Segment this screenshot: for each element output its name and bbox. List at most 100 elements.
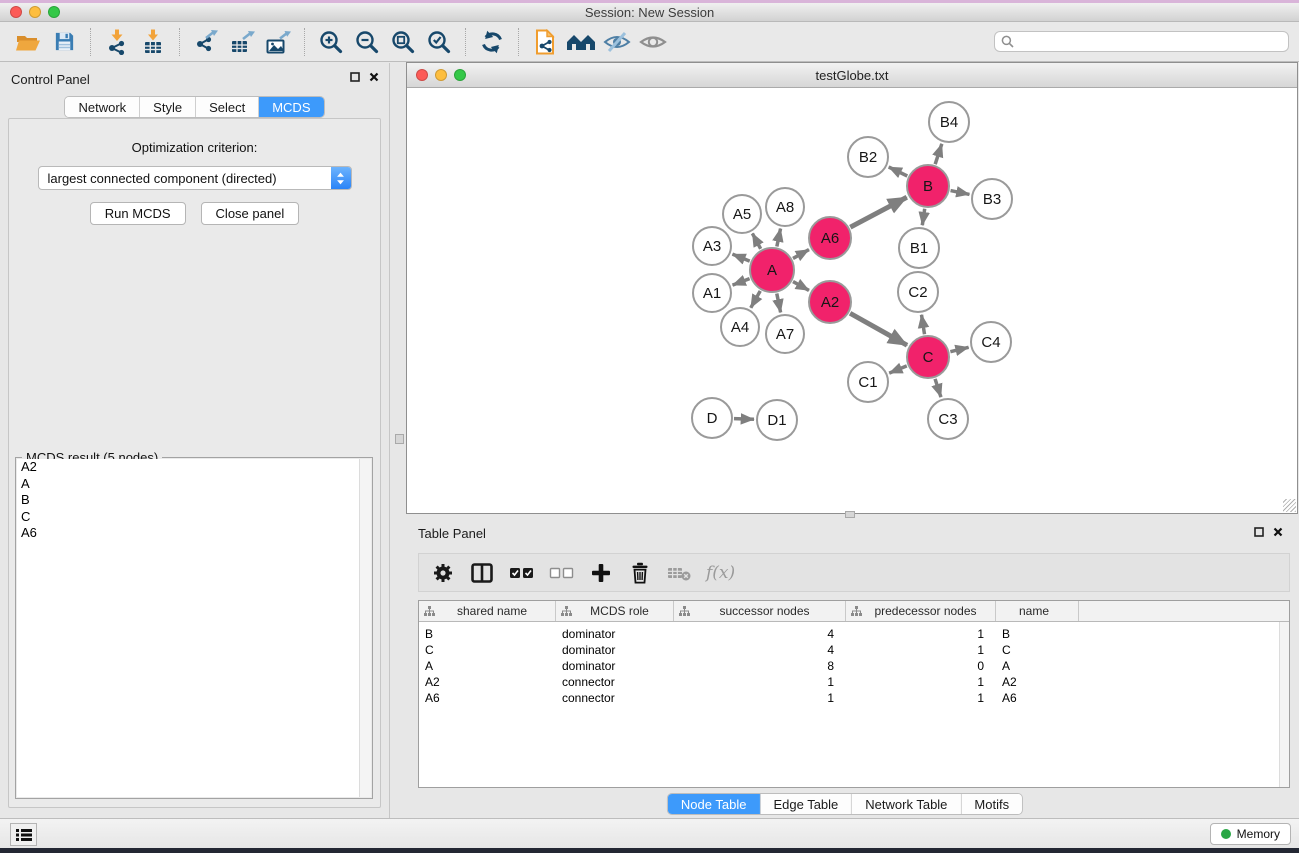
graph-node-B1[interactable]: B1 [899,228,939,268]
import-table-button[interactable] [135,26,171,58]
close-panel-button[interactable]: Close panel [201,202,300,225]
close-panel-icon[interactable] [369,72,379,82]
graph-node-A4[interactable]: A4 [721,308,759,346]
open-session-button[interactable] [10,26,46,58]
column-header-name[interactable]: name [996,601,1079,621]
zoom-out-button[interactable] [349,26,385,58]
table-row[interactable]: Bdominator41B [419,626,1289,642]
graph-node-C[interactable]: C [907,336,949,378]
horizontal-splitter-handle[interactable] [845,511,855,518]
show-all-button[interactable] [635,26,671,58]
column-header-mcds-role[interactable]: MCDS role [556,601,674,621]
hide-selected-button[interactable] [599,26,635,58]
mcds-result-list[interactable]: A2ABCA6 [17,459,371,797]
graph-edge-C-C1[interactable] [889,366,907,373]
graph-edge-B-B4[interactable] [935,144,942,164]
mcds-result-item[interactable]: C [17,509,371,526]
tab-mcds[interactable]: MCDS [259,97,323,117]
close-table-panel-icon[interactable] [1273,527,1283,537]
create-column-button[interactable] [589,560,613,586]
delete-table-button[interactable] [667,560,691,586]
graph-edge-B-B2[interactable] [889,167,908,176]
graph-edge-B-B3[interactable] [951,191,970,195]
table-scrollbar[interactable] [1279,622,1289,787]
graph-node-A6[interactable]: A6 [809,217,851,259]
table-row[interactable]: A6connector11A6 [419,690,1289,706]
column-header-successor-nodes[interactable]: successor nodes [674,601,846,621]
graph-edge-A2-C[interactable] [850,313,907,345]
tab-select[interactable]: Select [196,97,259,117]
graph-node-C4[interactable]: C4 [971,322,1011,362]
table-row[interactable]: Cdominator41C [419,642,1289,658]
tab-edge-table[interactable]: Edge Table [760,794,852,814]
graph-edge-A-A6[interactable] [793,250,809,259]
table-row[interactable]: A2connector11A2 [419,674,1289,690]
graph-node-A2[interactable]: A2 [809,281,851,323]
delete-columns-button[interactable] [628,560,652,586]
graph-node-C2[interactable]: C2 [898,272,938,312]
column-header-shared-name[interactable]: shared name [419,601,556,621]
column-header-predecessor-nodes[interactable]: predecessor nodes [846,601,996,621]
zoom-in-button[interactable] [313,26,349,58]
tab-network-table[interactable]: Network Table [852,794,961,814]
mcds-result-item[interactable]: A [17,476,371,493]
float-panel-icon[interactable] [350,72,360,82]
run-mcds-button[interactable]: Run MCDS [90,202,186,225]
graph-edge-A-A5[interactable] [752,233,760,248]
graph-edge-C-C4[interactable] [950,347,968,351]
network-from-file-button[interactable] [527,26,563,58]
graph-edge-B-B1[interactable] [922,209,924,225]
graph-node-D[interactable]: D [692,398,732,438]
graph-node-C3[interactable]: C3 [928,399,968,439]
graph-node-C1[interactable]: C1 [848,362,888,402]
table-settings-button[interactable] [431,560,455,586]
graph-edge-A-A3[interactable] [732,254,749,261]
mcds-result-item[interactable]: A2 [17,459,371,476]
graph-edge-C-C3[interactable] [935,379,941,397]
graph-edge-A6-B[interactable] [850,197,906,227]
search-field[interactable] [994,31,1289,52]
graph-node-A3[interactable]: A3 [693,227,731,265]
tab-node-table[interactable]: Node Table [668,794,761,814]
graph-node-A7[interactable]: A7 [766,315,804,353]
table-row[interactable]: Adominator80A [419,658,1289,674]
window-resize-grip[interactable] [1283,499,1296,512]
save-session-button[interactable] [46,26,82,58]
tab-style[interactable]: Style [140,97,196,117]
tab-motifs[interactable]: Motifs [961,794,1022,814]
memory-button[interactable]: Memory [1210,823,1291,845]
export-table-button[interactable] [224,26,260,58]
graph-edge-D-D1[interactable] [734,419,754,420]
graph-node-B4[interactable]: B4 [929,102,969,142]
float-table-panel-icon[interactable] [1254,527,1264,537]
search-input[interactable] [1018,35,1282,49]
graph-node-B[interactable]: B [907,165,949,207]
show-columns-button[interactable] [470,560,494,586]
graph-edge-A-A8[interactable] [777,229,781,247]
export-network-button[interactable] [188,26,224,58]
tab-network[interactable]: Network [65,97,140,117]
result-list-scrollbar[interactable] [359,459,371,797]
vertical-splitter-handle[interactable] [395,434,404,444]
graph-node-D1[interactable]: D1 [757,400,797,440]
zoom-selected-button[interactable] [421,26,457,58]
graph-edge-C-C2[interactable] [921,315,924,335]
graph-edge-A-A7[interactable] [777,294,781,313]
export-image-button[interactable] [260,26,296,58]
apply-layout-button[interactable] [474,26,510,58]
graph-node-B2[interactable]: B2 [848,137,888,177]
network-canvas[interactable]: B4B2BB3A5A8A6A3B1AA1C2A2A4A7CC4C1C3DD1 [407,89,1297,513]
mcds-result-item[interactable]: B [17,492,371,509]
zoom-fit-button[interactable] [385,26,421,58]
function-builder-button[interactable]: f(x) [706,560,735,586]
show-task-history-button[interactable] [10,823,37,846]
graph-node-A[interactable]: A [750,248,794,292]
first-neighbors-button[interactable] [563,26,599,58]
select-all-columns-button[interactable] [509,560,534,586]
graph-node-A8[interactable]: A8 [766,188,804,226]
import-network-button[interactable] [99,26,135,58]
deselect-all-columns-button[interactable] [549,560,574,586]
mcds-result-item[interactable]: A6 [17,525,371,542]
optimization-criterion-select[interactable]: largest connected component (directed) [38,166,352,190]
graph-edge-A-A1[interactable] [733,279,750,286]
